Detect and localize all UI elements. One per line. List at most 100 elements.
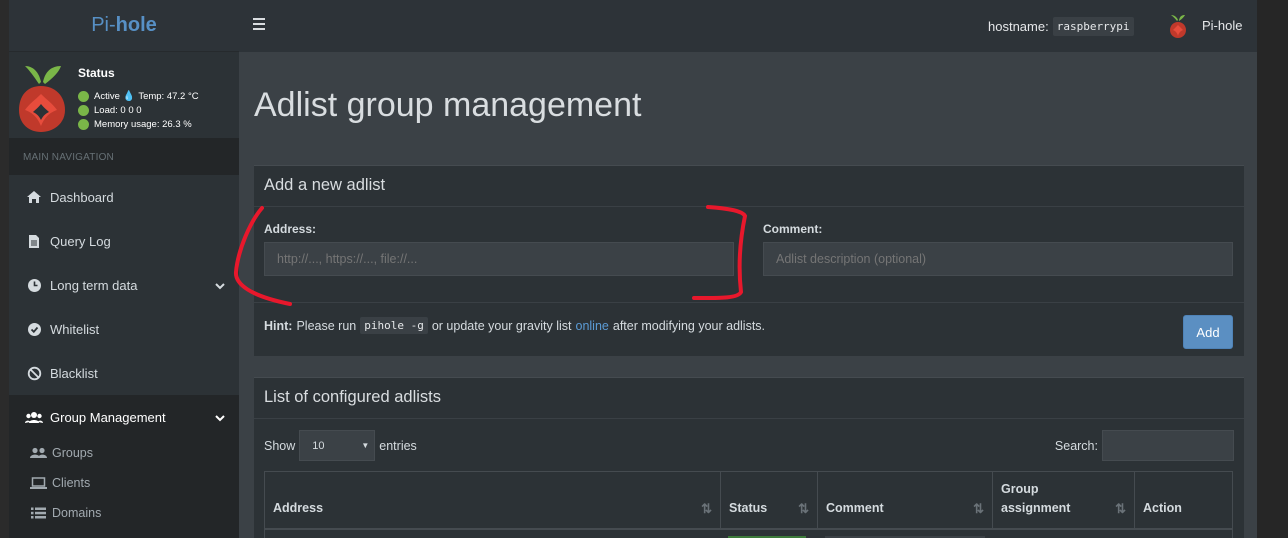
column-header-label: Group assignment — [1001, 482, 1071, 515]
sort-icon: ⇅ — [973, 501, 984, 516]
table-header-divider — [265, 528, 1232, 530]
sidebar-subitem-clients[interactable]: Clients — [29, 476, 90, 490]
sidebar-item-label: Group Management — [50, 409, 166, 425]
group-management-submenu: Groups Clients Domains — [9, 438, 239, 538]
brand-prefix: Pi- — [91, 14, 116, 36]
adlists-list-box: List of configured adlists Show 10 ▼ ent… — [254, 377, 1244, 538]
address-input[interactable] — [264, 242, 734, 276]
search-label: Search: — [1054, 438, 1098, 453]
sidebar-item-dashboard[interactable]: Dashboard — [9, 175, 239, 219]
hint-text: Please run — [296, 318, 357, 333]
pihole-logo-icon — [19, 66, 65, 132]
status-active-line: Active 💧 Temp: 47.2 °C — [78, 91, 199, 102]
sidebar-item-query-log[interactable]: Query Log — [9, 219, 239, 263]
water-drop-icon: 💧 — [122, 91, 136, 102]
chevron-down-icon — [215, 410, 225, 425]
sidebar-subitem-label: Clients — [52, 476, 91, 490]
gravity-online-link[interactable]: online — [576, 319, 609, 333]
brand-suffix: hole — [115, 14, 157, 36]
ban-icon — [25, 364, 43, 382]
column-header-label: Address — [273, 501, 324, 515]
add-adlist-button[interactable]: Add — [1183, 315, 1233, 349]
column-header-address[interactable]: Address ⇅ — [265, 472, 721, 528]
comment-label: Comment: — [763, 222, 823, 236]
hint-label: Hint: — [264, 318, 293, 333]
pihole-logo-icon[interactable] — [1169, 13, 1187, 39]
sidebar-item-blacklist[interactable]: Blacklist — [9, 351, 239, 395]
status-dot-icon — [78, 119, 89, 130]
menu-toggle-icon[interactable] — [253, 18, 267, 32]
entries-length-control: Show 10 ▼ entries — [264, 430, 417, 461]
page-title: Adlist group management — [254, 86, 642, 124]
column-header-label: Comment — [826, 501, 884, 515]
column-header-label: Action — [1143, 501, 1182, 515]
check-circle-icon — [25, 320, 43, 338]
status-dot-icon — [78, 105, 89, 116]
sidebar-subitem-label: Domains — [52, 506, 102, 520]
adlists-table: Address ⇅ Status ⇅ Comment ⇅ Group assig… — [264, 471, 1233, 538]
sort-icon: ⇅ — [1115, 501, 1126, 516]
sidebar-subitem-label: Groups — [52, 446, 93, 460]
hostname-value: raspberrypi — [1052, 17, 1134, 36]
window-frame-left — [0, 0, 9, 538]
sort-icon: ⇅ — [798, 501, 809, 516]
status-load: Load: 0 0 0 — [94, 105, 142, 116]
main-content: Adlist group management Add a new adlist… — [239, 52, 1257, 538]
user-group-icon — [29, 446, 47, 460]
column-header-status[interactable]: Status ⇅ — [721, 472, 818, 528]
hostname-label: hostname: — [988, 19, 1049, 34]
status-memory: Memory usage: 26.3 % — [94, 119, 192, 130]
add-adlist-box: Add a new adlist Address: Comment: Hint:… — [254, 165, 1244, 356]
hint-text: or update your gravity list — [431, 318, 572, 333]
entries-select-value: 10 — [312, 440, 325, 452]
sidebar-item-label: Whitelist — [50, 321, 100, 337]
home-icon — [25, 188, 43, 206]
sidebar-item-label: Long term data — [50, 277, 138, 293]
show-label: Show — [264, 438, 296, 453]
sidebar-item-whitelist[interactable]: Whitelist — [9, 307, 239, 351]
list-icon — [29, 506, 47, 520]
sidebar-subitem-domains[interactable]: Domains — [29, 506, 101, 520]
hint-command: pihole -g — [360, 317, 428, 334]
laptop-icon — [29, 476, 47, 490]
entries-label: entries — [379, 438, 417, 453]
table-search: Search: — [1055, 430, 1234, 461]
column-header-comment[interactable]: Comment ⇅ — [818, 472, 993, 528]
status-title: Status — [78, 66, 115, 80]
sort-icon: ⇅ — [701, 501, 712, 516]
clock-icon — [25, 276, 43, 294]
window-frame-right — [1257, 0, 1288, 538]
user-menu[interactable]: Pi-hole — [1202, 18, 1242, 33]
status-load-line: Load: 0 0 0 — [78, 105, 142, 116]
column-header-group-assignment[interactable]: Group assignment ⇅ — [993, 472, 1135, 528]
add-adlist-title: Add a new adlist — [254, 166, 1244, 207]
file-icon — [25, 232, 43, 250]
sidebar-item-group-management[interactable]: Group Management — [9, 395, 239, 439]
sidebar-item-long-term-data[interactable]: Long term data — [9, 263, 239, 307]
gravity-hint: Hint: Please run pihole -g or update you… — [264, 317, 765, 334]
entries-select[interactable]: 10 ▼ — [299, 430, 376, 461]
sidebar-item-label: Blacklist — [50, 365, 98, 381]
sidebar-subitem-groups[interactable]: Groups — [29, 446, 93, 460]
brand-logo[interactable]: Pi-hole — [9, 0, 239, 52]
sidebar-item-label: Query Log — [50, 233, 111, 249]
status-temp: Temp: 47.2 °C — [138, 91, 199, 102]
column-header-action: Action — [1135, 472, 1232, 528]
nav-header: MAIN NAVIGATION — [9, 138, 239, 175]
caret-down-icon: ▼ — [361, 441, 370, 450]
hostname-display: hostname: raspberrypi — [988, 17, 1134, 36]
sidebar-item-label: Dashboard — [50, 189, 114, 205]
comment-input[interactable] — [763, 242, 1233, 276]
status-active: Active — [94, 91, 120, 102]
status-memory-line: Memory usage: 26.3 % — [78, 119, 192, 130]
chevron-down-icon — [215, 278, 225, 293]
column-header-label: Status — [729, 501, 768, 515]
address-label: Address: — [264, 222, 317, 236]
hint-text: after modifying your adlists. — [612, 318, 766, 333]
top-navbar: hostname: raspberrypi Pi-hole — [239, 0, 1257, 52]
search-input[interactable] — [1102, 430, 1234, 461]
users-icon — [25, 408, 43, 426]
status-panel: Status Active 💧 Temp: 47.2 °C Load: 0 0 … — [9, 52, 239, 138]
sidebar: Pi-hole Status Active 💧 Temp: 47.2 °C Lo… — [9, 0, 239, 538]
adlists-list-title: List of configured adlists — [254, 378, 1244, 419]
